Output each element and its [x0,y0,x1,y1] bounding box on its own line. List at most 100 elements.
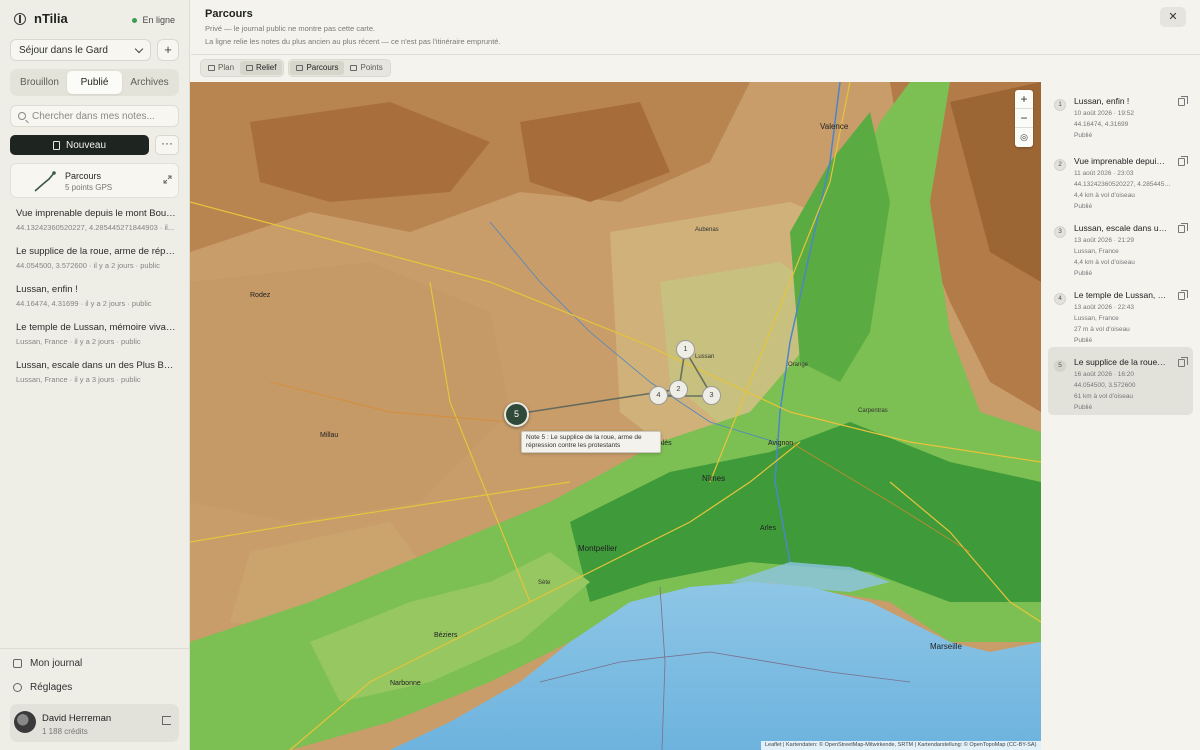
timeline-date: 11 août 2026 · 23:03 [1074,170,1134,177]
zoom-in-button[interactable]: + [1015,90,1033,109]
privacy-note: Privé — le journal public ne montre pas … [205,24,376,33]
map-label-orange: Orange [788,362,809,368]
timeline-status: Publié [1074,404,1093,411]
timeline-location: 44.054500, 3.572600 [1074,382,1136,389]
timeline-item-5[interactable]: 5 Le supplice de la roue, arme de répres… [1048,347,1193,415]
more-options-button[interactable]: ··· [155,135,179,155]
nav-label: Réglages [30,682,73,693]
route-icon [296,65,304,71]
line-explanation: La ligne relie les notes du plus ancien … [205,37,501,46]
map-label-valence: Valence [820,122,849,131]
timeline-title: Lussan, escale dans un des Plus Beaux Vi… [1074,223,1168,233]
map-label-nimes: Nîmes [702,474,726,483]
map-icon [208,65,215,71]
map-canvas[interactable]: Valence Aubenas Nîmes Montpellier Avigno… [190,82,1041,750]
map-label-lussan: Lussan [695,354,715,360]
note-marker-3[interactable]: 3 [702,386,721,405]
note-meta: 44.054500, 3.572600 · il y a 2 jours · p… [16,261,160,270]
add-trip-button[interactable]: + [157,39,179,61]
timeline-status: Publié [1074,270,1093,277]
note-meta: 44.16474, 4.31699 · il y a 2 jours · pub… [16,299,152,308]
map-label-millau: Millau [320,432,339,439]
timeline-number: 1 [1054,99,1066,111]
map-label-marseille: Marseille [930,642,963,651]
relief-button[interactable]: Relief [240,61,283,75]
sidebar-divider [0,648,190,649]
parcours-card[interactable]: Parcours 5 points GPS [10,163,179,198]
close-button[interactable]: ✕ [1160,7,1186,27]
logout-icon[interactable] [162,716,171,725]
timeline-location: Lussan, France [1074,315,1119,322]
timeline-item-3[interactable]: 3 Lussan, escale dans un des Plus Beaux … [1048,213,1193,279]
note-title: Le temple de Lussan, mémoire vivante d..… [16,322,176,333]
page-title: Parcours [205,8,253,20]
search-input[interactable] [32,110,172,122]
parcours-button[interactable]: Parcours [290,61,345,75]
timeline-item-4[interactable]: 4 Le temple de Lussan, mémoire vivante 1… [1048,280,1193,346]
map-attribution[interactable]: Leaflet | Kartendaten: © OpenStreetMap-M… [761,741,1041,750]
timeline-distance: 4,4 km à vol d'oiseau [1074,259,1135,266]
display-mode-toggle: Parcours Points [288,59,391,77]
parcours-title: Parcours [65,171,102,181]
timeline-date: 13 août 2026 · 22:43 [1074,304,1134,311]
locate-button[interactable]: ◎ [1015,128,1033,147]
leaf-logo-icon [14,12,26,25]
basemap-toggle: Plan Relief [200,59,285,77]
expand-icon[interactable] [163,175,172,184]
timeline-title: Lussan, enfin ! [1074,96,1130,106]
list-item[interactable]: Le temple de Lussan, mémoire vivante d..… [16,322,176,360]
parcours-subtitle: 5 points GPS [65,183,113,192]
tab-archives[interactable]: Archives [122,71,177,94]
timeline-number: 4 [1054,293,1066,305]
plan-button[interactable]: Plan [202,61,240,75]
note-marker-1[interactable]: 1 [676,340,695,359]
tab-brouillon[interactable]: Brouillon [12,71,67,94]
timeline-number: 3 [1054,226,1066,238]
nav-mon-journal[interactable]: Mon journal [13,658,82,669]
map-header: Parcours Privé — le journal public ne mo… [191,0,1200,55]
timeline-distance: 27 m à vol d'oiseau [1074,326,1130,333]
note-marker-4[interactable]: 4 [649,386,668,405]
timeline-status: Publié [1074,132,1093,139]
map-label-sete: Sète [538,580,551,586]
timeline-number: 2 [1054,159,1066,171]
user-card[interactable]: David Herreman 1 188 crédits [10,704,179,742]
note-meta: 44.13242360520227, 4.285445271844903 · i… [16,223,175,232]
copy-icon[interactable] [1178,357,1188,367]
note-marker-5[interactable]: 5 [504,402,529,427]
marker-tooltip: Note 5 : Le supplice de la roue, arme de… [521,431,661,453]
map-label-arles: Arles [760,525,776,532]
map-toolbar: Plan Relief Parcours Points [200,59,391,77]
avatar [14,711,36,733]
notes-timeline-panel: 1 Lussan, enfin ! 10 août 2026 · 19:52 4… [1041,82,1200,750]
parcours-label: Parcours [306,63,339,72]
points-label: Points [360,63,383,72]
timeline-location: Lussan, France [1074,248,1119,255]
plan-label: Plan [218,63,235,72]
trip-select[interactable]: Séjour dans le Gard [10,39,151,61]
new-note-label: Nouveau [65,139,107,151]
timeline-item-2[interactable]: 2 Vue imprenable depuis le mont Bouquet … [1048,146,1193,212]
list-item[interactable]: Le supplice de la roue, arme de répressi… [16,246,176,284]
note-marker-2[interactable]: 2 [669,380,688,399]
nav-reglages[interactable]: Réglages [13,682,72,693]
copy-icon[interactable] [1178,290,1188,300]
document-icon [52,140,60,150]
list-item[interactable]: Lussan, enfin ! 44.16474, 4.31699 · il y… [16,284,176,322]
timeline-title: Le supplice de la roue, arme de répressi… [1074,357,1168,367]
nav-label: Mon journal [30,658,83,669]
list-item[interactable]: Vue imprenable depuis le mont Bouquet 44… [16,208,176,246]
copy-icon[interactable] [1178,96,1188,106]
timeline-location: 44.16474, 4.31699 [1074,121,1129,128]
copy-icon[interactable] [1178,223,1188,233]
note-title: Vue imprenable depuis le mont Bouquet [16,208,176,219]
list-item[interactable]: Lussan, escale dans un des Plus Beaux ..… [16,360,176,398]
map-label-carpentras: Carpentras [858,408,888,414]
tab-publie[interactable]: Publié [67,71,122,94]
timeline-item-1[interactable]: 1 Lussan, enfin ! 10 août 2026 · 19:52 4… [1048,86,1193,150]
brand[interactable]: nTilia [14,11,68,26]
copy-icon[interactable] [1178,156,1188,166]
points-button[interactable]: Points [344,61,388,75]
zoom-out-button[interactable]: − [1015,109,1033,128]
new-note-button[interactable]: Nouveau [10,135,149,155]
